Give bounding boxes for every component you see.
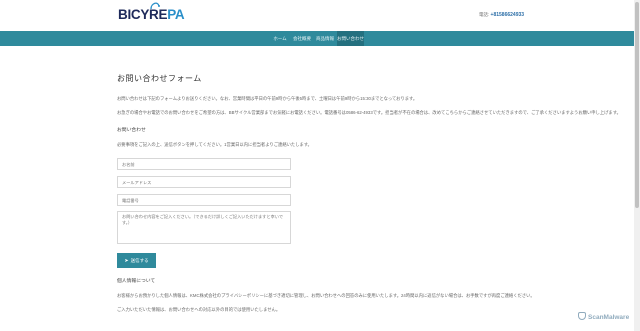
privacy-heading: 個人情報について bbox=[117, 279, 156, 284]
form-heading: お問い合わせ bbox=[117, 128, 146, 133]
page-title: お問い合わせフォーム bbox=[117, 74, 202, 83]
phone-number[interactable]: +81586624933 bbox=[491, 12, 525, 18]
send-icon: ➤ bbox=[124, 258, 129, 264]
site-header: BICYREPA 電話: +81586624933 bbox=[0, 0, 634, 31]
submit-label: 送信する bbox=[130, 258, 149, 263]
scanmalware-badge[interactable]: ScanMalware bbox=[578, 312, 629, 323]
name-field[interactable] bbox=[117, 158, 291, 170]
submit-button[interactable]: ➤ 送信する bbox=[117, 253, 156, 268]
privacy-note: ご入力いただいた情報は、お問い合わせへの対応以外の目的では使用いたしません。 bbox=[117, 307, 281, 312]
badge-label: ScanMalware bbox=[588, 314, 630, 321]
intro-paragraph: お問い合わせは下記のフォームよりお送りください。なお、営業時間は平日の午前9時か… bbox=[117, 96, 418, 101]
phone-paragraph: お急ぎの場合やお電話でのお問い合わせをご希望の方は、BBサイクル営業部までお気軽… bbox=[117, 110, 621, 115]
logo-accent: PA bbox=[167, 7, 185, 22]
site-logo[interactable]: BICYREPA bbox=[118, 2, 185, 25]
phone-field[interactable] bbox=[117, 194, 291, 206]
logo-text: BICYREPA bbox=[118, 7, 185, 23]
nav-item-about[interactable]: 会社概要 bbox=[292, 31, 312, 46]
email-field[interactable] bbox=[117, 176, 291, 188]
form-instructions: 必要事項をご記入の上、送信ボタンを押してください。1営業日以内に担当者よりご連絡… bbox=[117, 142, 312, 147]
phone-label: 電話: bbox=[479, 12, 490, 17]
privacy-paragraph: お客様からお預かりした個人情報は、KMC株式会社のプライバシーポリシーに基づき適… bbox=[117, 293, 535, 298]
shield-icon bbox=[578, 312, 586, 320]
scrollbar-thumb[interactable] bbox=[635, 2, 639, 208]
logo-main: BICYRE bbox=[118, 7, 168, 22]
nav-item-products[interactable]: 商品情報 bbox=[315, 31, 335, 46]
nav-item-home[interactable]: ホーム bbox=[272, 31, 288, 46]
main-nav: ホーム 会社概要 商品情報 お問い合わせ bbox=[0, 31, 634, 46]
message-field[interactable] bbox=[117, 211, 291, 244]
header-phone: 電話: +81586624933 bbox=[479, 12, 524, 18]
nav-item-contact[interactable]: お問い合わせ bbox=[337, 31, 364, 46]
page-scrollbar[interactable] bbox=[634, 0, 640, 331]
